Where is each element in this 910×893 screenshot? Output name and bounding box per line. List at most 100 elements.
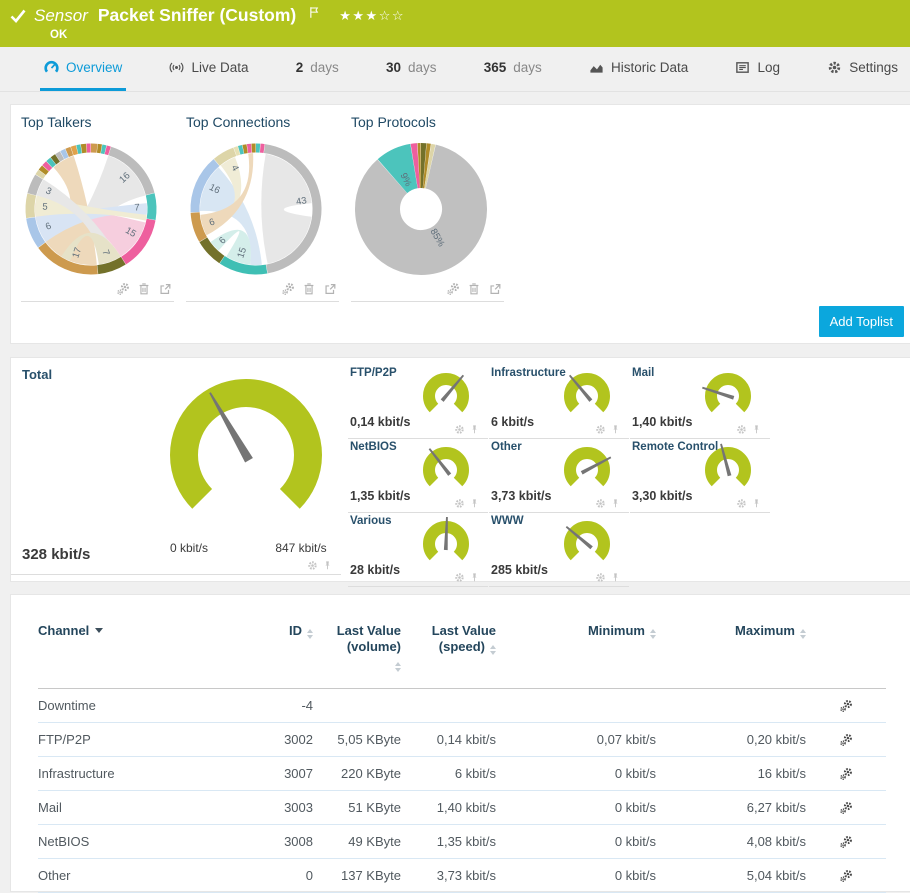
edit-toplist-icon[interactable] bbox=[446, 282, 460, 296]
channel-gauge-actions bbox=[595, 424, 621, 435]
flag-icon[interactable] bbox=[308, 6, 321, 19]
channel-gauge-label: Other bbox=[491, 441, 522, 453]
channel-name: Downtime bbox=[38, 688, 238, 722]
tab-2-days[interactable]: 2days bbox=[292, 47, 343, 91]
gauge-cell-ftp-p2p: FTP/P2P0,14 kbit/s bbox=[348, 365, 488, 439]
channel-actions bbox=[806, 790, 886, 824]
column-header-maximum[interactable]: Maximum bbox=[656, 619, 806, 688]
gear-icon[interactable] bbox=[736, 424, 747, 435]
pin-icon[interactable] bbox=[469, 498, 480, 509]
toplist-block-top-talkers: Top Talkers 16715717653 bbox=[21, 114, 174, 302]
pin-icon[interactable] bbox=[610, 572, 621, 583]
column-header-last-value-volume-[interactable]: Last Value(volume) bbox=[313, 619, 401, 688]
gear-icon[interactable] bbox=[307, 560, 318, 571]
last-value-volume: 137 KByte bbox=[313, 858, 401, 892]
tab-label: days bbox=[513, 60, 542, 75]
sort-descending-icon bbox=[95, 628, 103, 633]
pin-icon[interactable] bbox=[469, 424, 480, 435]
total-gauge-value: 328 kbit/s bbox=[22, 546, 90, 563]
last-value-speed: 1,35 kbit/s bbox=[401, 824, 496, 858]
tab-overview[interactable]: Overview bbox=[40, 47, 126, 91]
tab-label: Historic Data bbox=[611, 60, 688, 75]
tab-bar: Overview Live Data 2days 30days 365days Histo… bbox=[0, 47, 910, 92]
table-row-other: Other0137 KByte3,73 kbit/s0 kbit/s5,04 k… bbox=[38, 858, 886, 892]
channel-gauge-actions bbox=[454, 424, 480, 435]
add-toplist-row: Add Toplist bbox=[21, 306, 910, 337]
column-header-minimum[interactable]: Minimum bbox=[496, 619, 656, 688]
gear-icon[interactable] bbox=[454, 424, 465, 435]
delete-toplist-icon[interactable] bbox=[467, 282, 481, 296]
sort-toggle-icon[interactable] bbox=[650, 629, 656, 639]
edit-channel-icon[interactable] bbox=[839, 801, 853, 815]
channel-gauge bbox=[555, 514, 619, 574]
toplist-row: Top Talkers16715717653Top Connections431… bbox=[21, 114, 910, 302]
gear-icon[interactable] bbox=[736, 498, 747, 509]
edit-toplist-icon[interactable] bbox=[281, 282, 295, 296]
edit-channel-icon[interactable] bbox=[839, 869, 853, 883]
pin-icon[interactable] bbox=[610, 498, 621, 509]
pin-icon[interactable] bbox=[322, 560, 333, 571]
column-label: Maximum bbox=[735, 623, 795, 638]
open-toplist-icon[interactable] bbox=[488, 282, 502, 296]
toplist-title: Top Talkers bbox=[21, 114, 174, 130]
tab-30-days[interactable]: 30days bbox=[382, 47, 441, 91]
gauge-cell-remote-control: Remote Control3,30 kbit/s bbox=[630, 439, 770, 513]
edit-toplist-icon[interactable] bbox=[116, 282, 130, 296]
log-icon bbox=[735, 60, 750, 75]
delete-toplist-icon[interactable] bbox=[137, 282, 151, 296]
last-value-speed: 6 kbit/s bbox=[401, 756, 496, 790]
pin-icon[interactable] bbox=[610, 424, 621, 435]
tab-live-data[interactable]: Live Data bbox=[165, 47, 252, 91]
gear-icon[interactable] bbox=[454, 498, 465, 509]
gear-icon[interactable] bbox=[595, 498, 606, 509]
sort-toggle-icon[interactable] bbox=[307, 629, 313, 639]
sort-toggle-icon[interactable] bbox=[490, 645, 496, 655]
gauges-panel: Total 0 kbit/s 847 kbit/s 328 kbit/s FTP… bbox=[10, 357, 910, 582]
pin-icon[interactable] bbox=[751, 424, 762, 435]
tab-settings[interactable]: Settings bbox=[823, 47, 902, 91]
gear-icon[interactable] bbox=[595, 424, 606, 435]
sort-toggle-icon[interactable] bbox=[395, 662, 401, 672]
tab-365-days[interactable]: 365days bbox=[480, 47, 546, 91]
channel-actions bbox=[806, 824, 886, 858]
gauge-cell-infrastructure: Infrastructure6 kbit/s bbox=[489, 365, 629, 439]
chart-icon bbox=[589, 60, 604, 75]
edit-channel-icon[interactable] bbox=[839, 699, 853, 713]
add-toplist-button[interactable]: Add Toplist bbox=[819, 306, 904, 337]
toplist-chart[interactable]: 85%9% bbox=[351, 139, 491, 279]
edit-channel-icon[interactable] bbox=[839, 835, 853, 849]
sort-toggle-icon[interactable] bbox=[800, 629, 806, 639]
channel-gauge-value: 285 kbit/s bbox=[491, 563, 548, 577]
table-row-mail: Mail300351 KByte1,40 kbit/s0 kbit/s6,27 … bbox=[38, 790, 886, 824]
channel-gauge bbox=[414, 514, 478, 574]
channel-gauge bbox=[414, 366, 478, 426]
gear-icon bbox=[827, 60, 842, 75]
column-label: Last Value bbox=[337, 623, 401, 638]
channel-id: 0 bbox=[238, 858, 313, 892]
delete-toplist-icon[interactable] bbox=[302, 282, 316, 296]
gauge-icon bbox=[44, 60, 59, 75]
open-toplist-icon[interactable] bbox=[323, 282, 337, 296]
priority-stars[interactable]: ★★★☆☆ bbox=[339, 8, 405, 24]
column-header-id[interactable]: ID bbox=[238, 619, 313, 688]
edit-channel-icon[interactable] bbox=[839, 733, 853, 747]
tab-log[interactable]: Log bbox=[731, 47, 784, 91]
last-value-speed: 3,73 kbit/s bbox=[401, 858, 496, 892]
gear-icon[interactable] bbox=[595, 572, 606, 583]
edit-channel-icon[interactable] bbox=[839, 767, 853, 781]
prtg-sensor-page: Sensor Packet Sniffer (Custom) ★★★☆☆ OK … bbox=[0, 0, 910, 892]
column-header-last-value-speed-[interactable]: Last Value(speed) bbox=[401, 619, 496, 688]
channel-name: Mail bbox=[38, 790, 238, 824]
toplist-chart[interactable]: 16715717653 bbox=[21, 139, 161, 279]
tab-historic-data[interactable]: Historic Data bbox=[585, 47, 692, 91]
channel-id: 3008 bbox=[238, 824, 313, 858]
last-value-speed: 0,14 kbit/s bbox=[401, 722, 496, 756]
pin-icon[interactable] bbox=[469, 572, 480, 583]
toplist-chart[interactable]: 431566164 bbox=[186, 139, 326, 279]
gear-icon[interactable] bbox=[454, 572, 465, 583]
channel-gauge-actions bbox=[454, 498, 480, 509]
pin-icon[interactable] bbox=[751, 498, 762, 509]
channel-gauge-label: Mail bbox=[632, 367, 654, 379]
column-header-channel[interactable]: Channel bbox=[38, 619, 238, 688]
open-toplist-icon[interactable] bbox=[158, 282, 172, 296]
